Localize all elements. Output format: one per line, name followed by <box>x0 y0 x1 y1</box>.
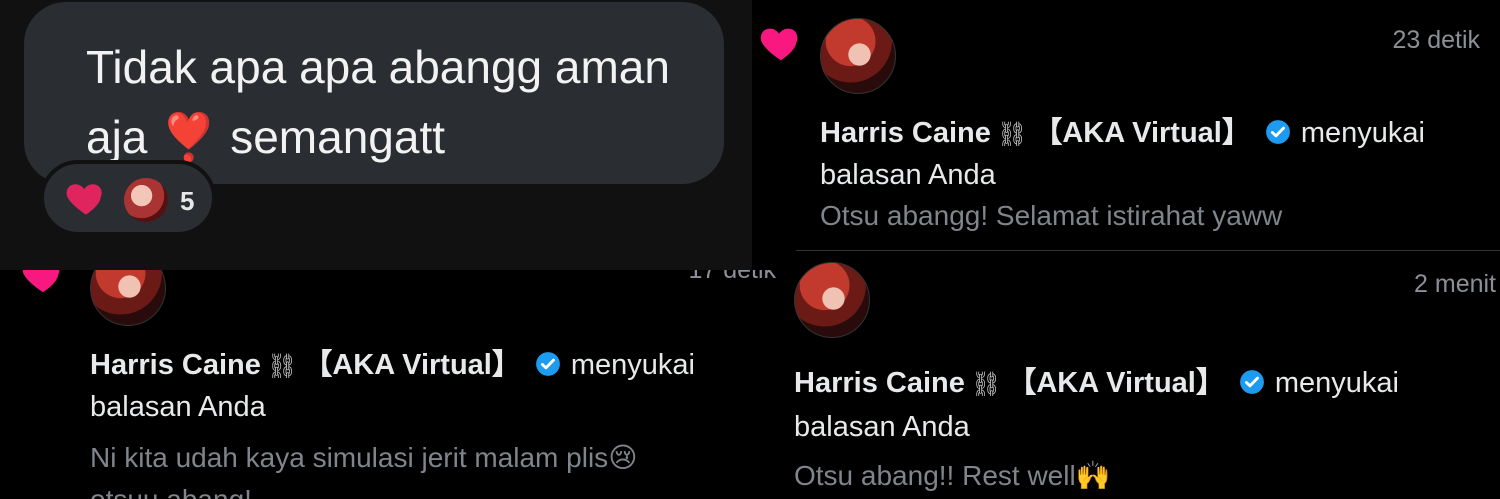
notification-item[interactable]: 23 detik Harris Caine ⛓ 【AKA Virtual】 menyu… <box>752 0 1500 262</box>
notification-item[interactable]: 2 menit Harris Caine ⛓ 【AKA Virtual】 menyuk… <box>780 262 1500 499</box>
notification-item[interactable]: 17 detik Harris Caine ⛓ 【AKA Virtual】 menyu… <box>0 270 780 499</box>
chain-icon: ⛓ <box>970 371 1002 398</box>
user-name[interactable]: Harris Caine <box>820 117 991 149</box>
action-text: menyukai <box>570 349 695 381</box>
action-text-2: balasan Anda <box>90 391 266 423</box>
reply-text: Otsu abang!! Rest well <box>794 460 1076 491</box>
timestamp: 17 detik <box>688 270 776 284</box>
heart-icon <box>64 176 108 225</box>
heart-icon <box>20 270 66 303</box>
reply-preview-line2: otsuu abang! <box>90 480 252 499</box>
avatar[interactable] <box>820 18 896 94</box>
reaction-bar[interactable]: 5 <box>40 160 216 236</box>
divider <box>796 250 1500 251</box>
reply-text: Ni kita udah kaya simulasi jerit malam p… <box>90 442 609 473</box>
action-text: menyukai <box>1274 367 1399 399</box>
message-text: Tidak apa apa abangg aman aja ❣️ semanga… <box>86 41 670 163</box>
timestamp: 2 menit <box>1414 270 1496 298</box>
notification-title: Harris Caine ⛓ 【AKA Virtual】 menyukai <box>90 344 695 388</box>
verified-badge-icon <box>1265 120 1290 144</box>
user-name[interactable]: Harris Caine <box>794 367 965 399</box>
reply-preview: Otsu abang!! Rest well🙌 <box>794 456 1111 496</box>
notification-title: Harris Caine ⛓ 【AKA Virtual】 menyukai <box>794 362 1399 406</box>
action-text-2: balasan Anda <box>820 159 996 191</box>
raising-hands-emoji: 🙌 <box>1075 459 1111 492</box>
verified-badge-icon <box>1239 370 1264 394</box>
message-bubble[interactable]: Tidak apa apa abangg aman aja ❣️ semanga… <box>24 2 724 184</box>
user-tag: 【AKA Virtual】 <box>303 349 521 381</box>
verified-badge-icon <box>535 352 560 376</box>
avatar[interactable] <box>90 270 166 326</box>
action-text: menyukai <box>1300 117 1425 149</box>
chain-icon: ⛓ <box>266 353 298 380</box>
heart-icon <box>758 20 804 71</box>
action-text-2: balasan Anda <box>794 411 970 443</box>
crying-face-emoji: 😢 <box>608 441 638 474</box>
user-tag: 【AKA Virtual】 <box>1007 367 1225 399</box>
timestamp: 23 detik <box>1392 26 1480 54</box>
user-tag: 【AKA Virtual】 <box>1033 117 1251 149</box>
reply-preview: Otsu abangg! Selamat istirahat yaww <box>820 200 1283 231</box>
avatar[interactable] <box>794 262 870 338</box>
user-name[interactable]: Harris Caine <box>90 349 261 381</box>
chain-icon: ⛓ <box>996 121 1028 148</box>
notification-title: Harris Caine ⛓ 【AKA Virtual】 menyukai <box>820 112 1425 156</box>
reaction-count: 5 <box>180 186 195 216</box>
chat-message-panel: Tidak apa apa abangg aman aja ❣️ semanga… <box>0 0 752 270</box>
reactor-avatar <box>124 178 168 222</box>
reply-preview: Ni kita udah kaya simulasi jerit malam p… <box>90 438 637 478</box>
